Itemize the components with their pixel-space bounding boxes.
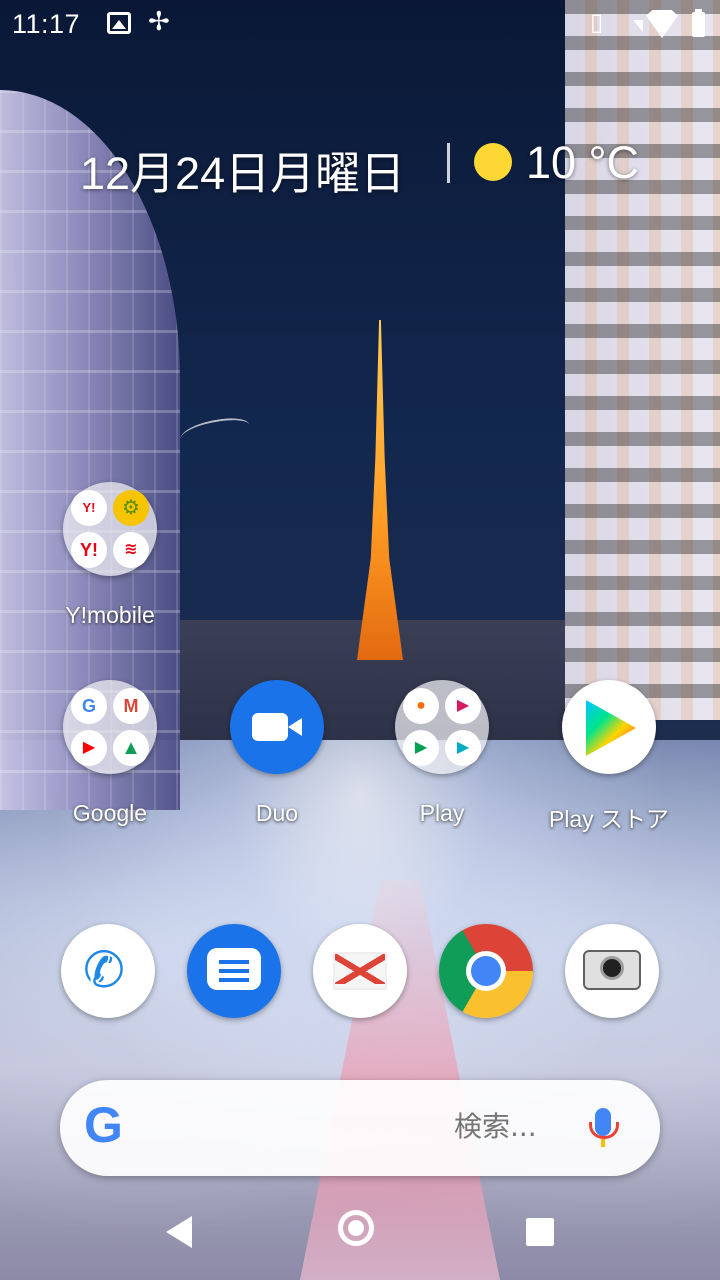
play-store-icon[interactable] bbox=[562, 680, 656, 774]
status-bar[interactable]: 11:17 ✢ ▯ bbox=[0, 0, 720, 50]
yahoo-japan-icon: Y! bbox=[71, 490, 107, 526]
back-button[interactable] bbox=[166, 1216, 192, 1248]
folder-google[interactable]: G M ▶ ▲ Google bbox=[45, 680, 175, 827]
duo-icon[interactable] bbox=[230, 680, 324, 774]
google-g-icon[interactable]: G bbox=[84, 1100, 130, 1150]
sun-icon[interactable] bbox=[474, 143, 512, 181]
divider bbox=[447, 143, 450, 183]
search-input[interactable] bbox=[454, 1110, 554, 1143]
date-text[interactable]: 12月24日月曜日 bbox=[80, 137, 405, 202]
play-triangle-icon bbox=[586, 700, 636, 756]
play-games-icon: ▶ bbox=[403, 730, 439, 766]
drive-icon: ▲ bbox=[113, 730, 149, 766]
clock: 11:17 bbox=[12, 9, 81, 39]
folder-icon[interactable]: G M ▶ ▲ bbox=[63, 680, 157, 774]
app-label: Duo bbox=[255, 800, 299, 826]
temperature-text[interactable]: 10 °C bbox=[526, 137, 639, 189]
mic-icon[interactable] bbox=[589, 1108, 619, 1147]
play-books-icon: ▶ bbox=[445, 688, 481, 724]
fan-icon: ✢ bbox=[148, 6, 170, 36]
folder-icon[interactable]: ● ▶ ▶ ▶ bbox=[395, 680, 489, 774]
app-duo[interactable]: Duo bbox=[212, 680, 342, 827]
messages-icon[interactable] bbox=[187, 924, 281, 1018]
app-label: Play ストア bbox=[548, 806, 670, 832]
app-play-store[interactable]: Play ストア bbox=[544, 680, 674, 834]
google-icon: G bbox=[71, 688, 107, 724]
yahoo-icon: Y! bbox=[71, 532, 107, 568]
folder-icon[interactable]: Y! ⚙ Y! ≋ bbox=[63, 482, 157, 576]
folder-play[interactable]: ● ▶ ▶ ▶ Play bbox=[377, 680, 507, 827]
chat-bubble-icon bbox=[207, 948, 261, 990]
video-camera-icon bbox=[252, 713, 302, 741]
folder-ymobile[interactable]: Y! ⚙ Y! ≋ Y!mobile bbox=[45, 482, 175, 629]
chrome-icon[interactable] bbox=[439, 924, 533, 1018]
app-label: Play bbox=[419, 800, 465, 826]
camera-icon[interactable] bbox=[565, 924, 659, 1018]
phone-handset-icon: ✆ bbox=[83, 942, 125, 998]
recents-button[interactable] bbox=[526, 1218, 554, 1246]
play-movies-icon: ▶ bbox=[445, 730, 481, 766]
camera-lens bbox=[600, 956, 624, 980]
at-a-glance-widget[interactable]: 12月24日月曜日 10 °C bbox=[0, 133, 720, 199]
navigation-bar bbox=[0, 1180, 720, 1280]
envelope-icon bbox=[333, 952, 387, 990]
gmail-icon[interactable] bbox=[313, 924, 407, 1018]
gmail-icon: M bbox=[113, 688, 149, 724]
right-building bbox=[565, 0, 720, 720]
app-label: Google bbox=[72, 800, 148, 826]
image-notification-icon bbox=[107, 12, 131, 34]
google-search-bar[interactable]: G bbox=[60, 1080, 660, 1176]
app-label: Y!mobile bbox=[65, 602, 155, 628]
chrome-center bbox=[466, 951, 506, 991]
home-button[interactable] bbox=[338, 1210, 374, 1246]
wifi-app-icon: ≋ bbox=[113, 532, 149, 568]
phone-icon[interactable]: ✆ bbox=[61, 924, 155, 1018]
play-music-icon: ● bbox=[403, 688, 439, 724]
wifi-icon bbox=[646, 10, 678, 38]
youtube-icon: ▶ bbox=[71, 730, 107, 766]
battery-icon bbox=[692, 9, 705, 37]
vibrate-icon: ▯ bbox=[590, 9, 604, 36]
settings-app-icon: ⚙ bbox=[113, 490, 149, 526]
signal-icon bbox=[633, 20, 643, 32]
